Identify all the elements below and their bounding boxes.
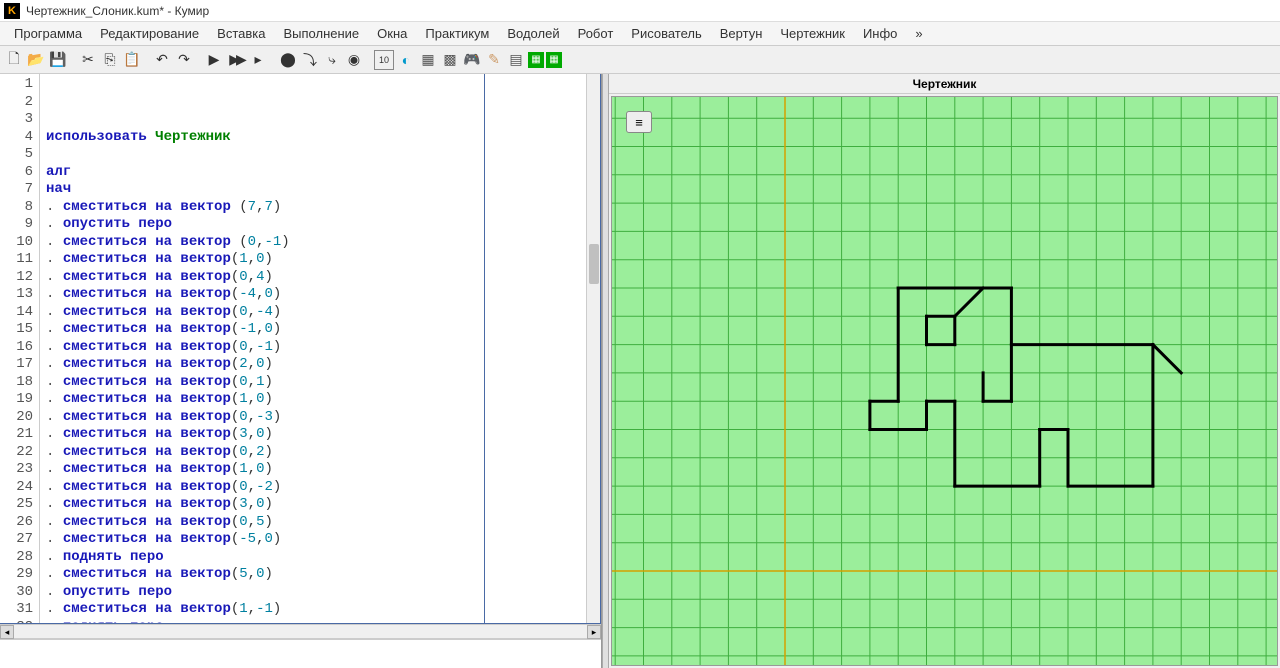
code-area[interactable]: использовать Чертежникалгнач. сместиться… — [40, 74, 586, 623]
code-line[interactable]: . сместиться на вектор(1,0) — [46, 391, 582, 409]
pane-splitter[interactable] — [602, 74, 609, 668]
line-gutter: 1234567891011121314151617181920212223242… — [0, 74, 40, 623]
editor-hscrollbar[interactable]: ◂ ▸ — [0, 624, 601, 638]
menubar: ПрограммаРедактированиеВставкаВыполнение… — [0, 22, 1280, 46]
copy-icon[interactable]: ⎘ — [100, 50, 120, 70]
code-line[interactable]: . сместиться на вектор(3,0) — [46, 426, 582, 444]
toolbar: 🗋 📂 💾 ✂ ⎘ 📋 ↶ ↷ ▶ ▶▶ ▸ ⬤ ⤵ ⤷ ◉ 10 ◐ ▦ ▩ … — [0, 46, 1280, 74]
actor-4-icon[interactable]: ▩ — [440, 50, 460, 70]
menu-item-»[interactable]: » — [907, 23, 930, 44]
actor-3-icon[interactable]: ▦ — [418, 50, 438, 70]
code-line[interactable]: . сместиться на вектор(0,-1) — [46, 339, 582, 357]
step-over-icon[interactable]: ⤵ — [300, 50, 320, 70]
menu-item-редактирование[interactable]: Редактирование — [92, 23, 207, 44]
save-file-icon[interactable]: 💾 — [48, 50, 68, 70]
titlebar: K Чертежник_Слоник.kum* - Кумир — [0, 0, 1280, 22]
undo-icon[interactable]: ↶ — [152, 50, 172, 70]
code-line[interactable]: . сместиться на вектор(1,-1) — [46, 601, 582, 619]
code-line[interactable]: . опустить перо — [46, 216, 582, 234]
code-line[interactable]: . сместиться на вектор(0,-4) — [46, 304, 582, 322]
canvas-title: Чертежник — [609, 74, 1280, 94]
step-into-icon[interactable]: ⤷ — [322, 50, 342, 70]
redo-icon[interactable]: ↷ — [174, 50, 194, 70]
menu-item-рисователь[interactable]: Рисователь — [623, 23, 709, 44]
code-line[interactable]: . сместиться на вектор (7,7) — [46, 199, 582, 217]
code-line[interactable]: . сместиться на вектор(0,2) — [46, 444, 582, 462]
editor[interactable]: 1234567891011121314151617181920212223242… — [0, 74, 601, 624]
new-file-icon[interactable]: 🗋 — [4, 50, 24, 70]
code-line[interactable]: . сместиться на вектор(0,-2) — [46, 479, 582, 497]
code-line[interactable]: . поднять перо — [46, 549, 582, 567]
menu-item-программа[interactable]: Программа — [6, 23, 90, 44]
run-continuous-icon[interactable]: ▶▶ — [226, 50, 246, 70]
menu-item-вставка[interactable]: Вставка — [209, 23, 273, 44]
menu-item-выполнение[interactable]: Выполнение — [275, 23, 367, 44]
scrollbar-thumb[interactable] — [589, 244, 599, 284]
code-line[interactable]: нач — [46, 181, 582, 199]
code-line[interactable] — [46, 146, 582, 164]
step-icon[interactable]: ▸ — [248, 50, 268, 70]
code-line[interactable]: . сместиться на вектор(5,0) — [46, 566, 582, 584]
app-icon: K — [4, 3, 20, 19]
hscroll-left-icon[interactable]: ◂ — [0, 625, 14, 639]
actor-6-icon[interactable]: ✎ — [484, 50, 504, 70]
editor-pane: 1234567891011121314151617181920212223242… — [0, 74, 602, 668]
paste-icon[interactable]: 📋 — [122, 50, 142, 70]
actor-8-icon[interactable]: ▦ — [528, 52, 544, 68]
menu-item-чертежник[interactable]: Чертежник — [772, 23, 853, 44]
code-line[interactable]: . сместиться на вектор(0,5) — [46, 514, 582, 532]
menu-item-водолей[interactable]: Водолей — [499, 23, 567, 44]
code-line[interactable]: . поднять перо — [46, 619, 582, 624]
actor-5-icon[interactable]: 🎮 — [462, 50, 482, 70]
drawing-grid — [612, 97, 1277, 666]
actor-9-icon[interactable]: ▦ — [546, 52, 562, 68]
stop-icon[interactable]: ⬤ — [278, 50, 298, 70]
breakpoint-icon[interactable]: ◉ — [344, 50, 364, 70]
code-line[interactable]: . сместиться на вектор(1,0) — [46, 461, 582, 479]
open-file-icon[interactable]: 📂 — [26, 50, 46, 70]
actor-1-icon[interactable]: 10 — [374, 50, 394, 70]
code-line[interactable]: . сместиться на вектор(0,1) — [46, 374, 582, 392]
editor-vscrollbar[interactable] — [586, 74, 600, 623]
code-line[interactable]: . сместиться на вектор(3,0) — [46, 496, 582, 514]
canvas-menu-button[interactable]: ≡ — [626, 111, 652, 133]
canvas-pane: Чертежник ≡ — [609, 74, 1280, 668]
window-title: Чертежник_Слоник.kum* - Кумир — [26, 4, 209, 18]
editor-split-line — [484, 74, 485, 623]
menu-item-вертун[interactable]: Вертун — [712, 23, 771, 44]
code-line[interactable]: . сместиться на вектор(-5,0) — [46, 531, 582, 549]
menu-item-инфо[interactable]: Инфо — [855, 23, 905, 44]
code-line[interactable]: . сместиться на вектор(1,0) — [46, 251, 582, 269]
code-line[interactable]: . сместиться на вектор(0,4) — [46, 269, 582, 287]
code-line[interactable]: использовать Чертежник — [46, 129, 582, 147]
menu-item-окна[interactable]: Окна — [369, 23, 415, 44]
hscroll-right-icon[interactable]: ▸ — [587, 625, 601, 639]
menu-item-робот[interactable]: Робот — [570, 23, 622, 44]
code-line[interactable]: алг — [46, 164, 582, 182]
code-line[interactable]: . сместиться на вектор(0,-3) — [46, 409, 582, 427]
code-line[interactable]: . опустить перо — [46, 584, 582, 602]
run-icon[interactable]: ▶ — [204, 50, 224, 70]
code-line[interactable]: . сместиться на вектор(2,0) — [46, 356, 582, 374]
cut-icon[interactable]: ✂ — [78, 50, 98, 70]
output-panel — [0, 638, 601, 668]
actor-2-icon[interactable]: ◐ — [396, 50, 416, 70]
menu-item-практикум[interactable]: Практикум — [417, 23, 497, 44]
code-line[interactable]: . сместиться на вектор(-1,0) — [46, 321, 582, 339]
main-area: 1234567891011121314151617181920212223242… — [0, 74, 1280, 668]
code-line[interactable]: . сместиться на вектор (0,-1) — [46, 234, 582, 252]
code-line[interactable]: . сместиться на вектор(-4,0) — [46, 286, 582, 304]
actor-7-icon[interactable]: ▤ — [506, 50, 526, 70]
canvas[interactable]: ≡ — [611, 96, 1278, 666]
